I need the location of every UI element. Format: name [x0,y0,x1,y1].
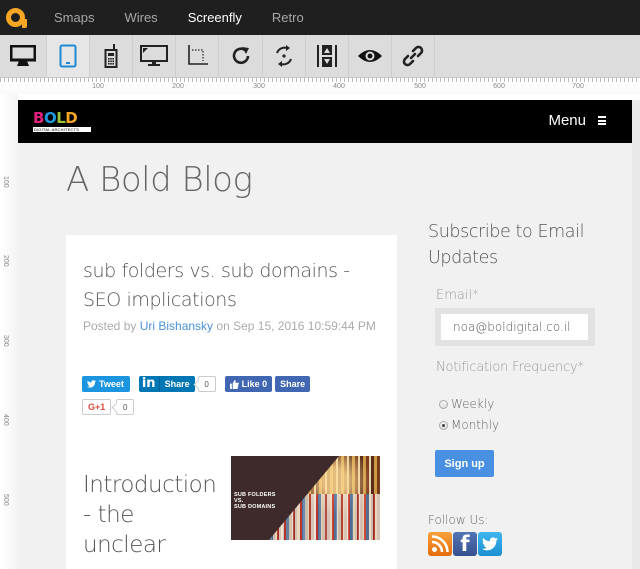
viewport-scroll-edge [632,100,640,569]
thumbs-up-icon [229,379,239,389]
logo-letter: D [65,109,78,127]
ruler-label: 300 [2,335,9,347]
tweet-label: Tweet [99,379,124,389]
post-date: on Sep 15, 2016 10:59:44 PM [213,319,376,333]
site-header: B O L D DIGITAL ARCHITECTS Menu [18,100,632,143]
hamburger-icon [598,116,606,125]
image-overlay-diagonal [269,456,339,540]
image-caption-line: SUB DOMAINS [234,504,276,510]
blog-title: A Bold Blog [66,160,253,200]
linkedin-share-count: 0 [197,376,216,392]
twitter-bird-icon [87,380,96,388]
desktop-button[interactable] [0,35,47,77]
ruler-label: 500 [2,494,9,506]
radio-weekly-label: Weekly [451,397,495,411]
logo-letter: L [56,109,66,127]
ruler-label: 500 [414,83,426,90]
tv-button[interactable] [133,35,176,77]
nav-screenfly[interactable]: Screenfly [188,10,242,25]
tweet-button[interactable]: Tweet [82,376,130,392]
facebook-share-button[interactable]: Share [275,376,311,392]
rotate-icon [232,47,249,65]
facebook-like-label: Like 0 [241,379,268,389]
sign-up-button[interactable]: Sign up [435,450,494,477]
radio-weekly[interactable]: Weekly [439,397,494,411]
ruler-label: 400 [2,414,9,426]
post-featured-image[interactable]: SUB FOLDERS VS. SUB DOMAINS [231,456,380,540]
ruler-label: 600 [493,83,505,90]
mobile-button[interactable] [90,35,133,77]
menu-button[interactable]: Menu [548,112,606,129]
mobile-phone-icon [104,44,118,68]
linkedin-share-button[interactable]: in Share [138,376,195,392]
author-link[interactable]: Uri Bishansky [140,319,213,333]
ruler-ticks [0,78,640,82]
television-icon [140,45,168,66]
nav-wires[interactable]: Wires [124,10,157,25]
radio-button[interactable] [439,399,448,409]
logo-letter: B [33,109,44,127]
google-plus-count: 0 [116,399,135,415]
scrollbar-button[interactable] [306,35,349,77]
ruler-label: 100 [2,176,9,188]
posted-by-label: Posted by [83,319,140,333]
custom-size-button[interactable] [176,35,219,77]
email-field-wrapper [435,308,595,346]
vertical-ruler: 100 200 300 400 500 [0,94,18,569]
desktop-icon [10,45,36,66]
share-buttons: Tweet in Share 0 Like 0 Share [82,376,311,392]
post-card: sub folders vs. sub domains - SEO implic… [66,235,397,569]
social-links: f [428,532,503,556]
facebook-like-button[interactable]: Like 0 [224,376,273,392]
image-caption: SUB FOLDERS VS. SUB DOMAINS [234,492,276,510]
share-link-button[interactable] [392,35,435,77]
rss-icon[interactable] [428,532,452,556]
linkedin-icon: in [139,376,160,392]
google-plus-button[interactable]: G+1 [82,399,112,415]
nav-smaps[interactable]: Smaps [54,10,94,25]
ruler-label: 200 [2,255,9,267]
rotate-button[interactable] [219,35,263,77]
intro-heading: Introduction - the unclear [83,472,217,558]
email-label: Email* [436,288,479,303]
twitter-icon[interactable] [478,532,502,556]
emulated-website: B O L D DIGITAL ARCHITECTS Menu A Bold B… [18,100,632,569]
facebook-icon[interactable]: f [453,532,477,556]
menu-label: Menu [548,112,586,129]
frequency-label: Notification Frequency* [436,360,584,375]
tablet-button[interactable] [47,35,90,77]
share-link-icon [402,45,424,67]
logo-letter: O [43,109,57,127]
linkedin-share-label: Share [164,379,190,389]
follow-us-label: Follow Us: [428,513,489,527]
scroll-toggle-button[interactable] [263,35,306,77]
scrollbar-icon [317,45,337,67]
subscribe-title: Subscribe to Email Updates [428,222,585,268]
radio-monthly[interactable]: Monthly [439,418,499,432]
post-meta: Posted by Uri Bishansky on Sep 15, 2016 … [83,317,388,336]
post-title[interactable]: sub folders vs. sub domains - SEO implic… [83,257,388,315]
custom-size-icon [188,45,208,65]
logo-tagline: DIGITAL ARCHITECTS [33,127,91,132]
scroll-toggle-icon [276,45,292,67]
email-field[interactable] [441,314,588,340]
tablet-icon [59,44,77,68]
top-nav: Smaps Wires Screenfly Retro [0,0,640,35]
horizontal-ruler: 100 200 300 400 500 600 700 [0,77,640,94]
a-logo-icon[interactable] [6,7,28,29]
preview-eye-icon [358,50,382,62]
nav-retro[interactable]: Retro [272,10,304,25]
ruler-label: 400 [333,83,345,90]
ruler-label: 200 [172,83,184,90]
preview-button[interactable] [349,35,392,77]
radio-monthly-label: Monthly [451,418,500,432]
ruler-label: 300 [253,83,265,90]
gplus-row: G+1 0 [82,399,135,415]
device-toolbar [0,35,640,77]
ruler-label: 700 [572,83,584,90]
radio-button-checked[interactable] [439,420,448,430]
ruler-label: 100 [92,83,104,90]
bold-logo[interactable]: B O L D DIGITAL ARCHITECTS [33,111,93,135]
